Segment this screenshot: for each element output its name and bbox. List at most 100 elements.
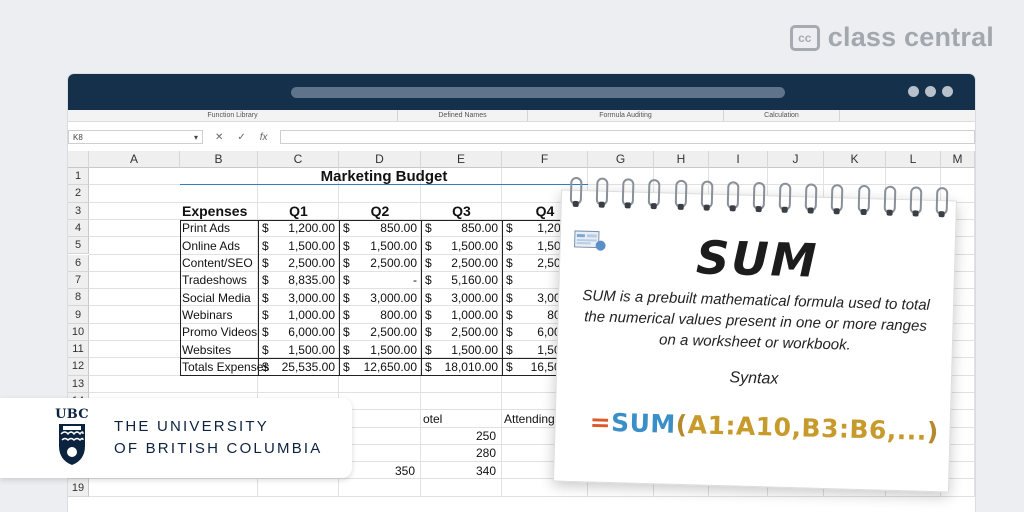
formula-close-paren: ) <box>926 416 940 447</box>
column-header-j[interactable]: J <box>768 151 824 168</box>
column-header-f[interactable]: F <box>502 151 588 168</box>
row-header-4[interactable]: 4 <box>68 219 89 238</box>
cancel-icon[interactable]: ✕ <box>215 132 223 143</box>
spiral-ring <box>648 178 661 208</box>
column-header-d[interactable]: D <box>339 151 421 168</box>
formula-open-paren: ( <box>675 409 689 440</box>
column-header-h[interactable]: H <box>654 151 709 168</box>
table-border-line <box>421 219 422 376</box>
row-header-3[interactable]: 3 <box>68 202 89 220</box>
row-header-2[interactable]: 2 <box>68 185 89 203</box>
spiral-ring <box>857 184 870 214</box>
header-q3[interactable]: Q3 <box>423 203 500 220</box>
ribbon-group-defined-names[interactable]: Defined Names <box>398 110 528 121</box>
row-header-19[interactable]: 19 <box>68 479 89 497</box>
spiral-ring <box>569 176 583 206</box>
column-header-b[interactable]: B <box>180 151 258 168</box>
row-header-1[interactable]: 1 <box>68 168 89 186</box>
column-header-c[interactable]: C <box>258 151 339 168</box>
spiral-ring <box>804 183 818 212</box>
ubc-logo-text: UBC <box>55 407 89 422</box>
name-box[interactable]: K8 ▾ <box>68 130 203 144</box>
row-header-5[interactable]: 5 <box>68 237 89 255</box>
spiral-ring <box>935 187 949 216</box>
header-q2[interactable]: Q2 <box>341 203 419 220</box>
row-header-6[interactable]: 6 <box>68 254 89 272</box>
sum-formula: =SUM(A1:A10,B3:B6,...) <box>589 407 939 446</box>
ubc-line1: THE UNIVERSITY <box>114 418 269 435</box>
window-controls <box>908 86 953 97</box>
gridline <box>974 168 975 497</box>
class-central-logo-icon: cc <box>789 24 820 51</box>
table-border-line <box>502 219 503 376</box>
ribbon-group-function-library[interactable]: Function Library <box>68 110 398 121</box>
hotel-header[interactable]: otel <box>423 410 500 427</box>
formula-input[interactable] <box>279 130 975 144</box>
southern-show-c[interactable]: 350 <box>341 462 419 479</box>
syntax-label: Syntax <box>729 369 779 388</box>
spiral-ring <box>621 178 635 207</box>
ubc-crest-icon <box>59 424 85 465</box>
ribbon-group-labels: Function Library Defined Names Formula A… <box>68 110 975 122</box>
chevron-down-icon[interactable]: ▾ <box>194 133 198 142</box>
column-header-m[interactable]: M <box>941 151 975 168</box>
ubc-line2: OF BRITISH COLUMBIA <box>114 440 323 457</box>
formula-equals: = <box>589 407 612 438</box>
column-header-k[interactable]: K <box>824 151 886 168</box>
formula-icons: ✕ ✓ fx <box>203 132 280 143</box>
enter-icon[interactable]: ✓ <box>237 132 245 143</box>
address-bar[interactable] <box>291 87 785 98</box>
column-header-g[interactable]: G <box>588 151 654 168</box>
notepad-description: SUM is a prebuilt mathematical formula u… <box>582 287 931 354</box>
spiral-ring <box>674 179 688 209</box>
row-header-11[interactable]: 11 <box>68 341 89 359</box>
spiral-ring <box>752 181 766 211</box>
table-border-line <box>258 219 259 376</box>
spiral-ring <box>595 177 609 206</box>
header-expenses[interactable]: Expenses <box>182 203 256 220</box>
select-all-corner[interactable] <box>68 151 89 168</box>
window-control-dot[interactable] <box>925 86 936 97</box>
row-header-10[interactable]: 10 <box>68 323 89 341</box>
column-header-l[interactable]: L <box>886 151 941 168</box>
spiral-ring <box>831 184 844 213</box>
table-border-line <box>339 219 340 376</box>
spiral-ring <box>883 185 897 214</box>
hotel-cell[interactable]: 340 <box>423 462 500 479</box>
spiral-ring <box>909 186 923 215</box>
notepad-title: SUM <box>695 230 820 288</box>
ribbon-group-formula-auditing[interactable]: Formula Auditing <box>528 110 724 121</box>
name-box-value: K8 <box>73 132 83 142</box>
column-header-e[interactable]: E <box>421 151 502 168</box>
spiral-ring <box>700 180 714 209</box>
column-header-a[interactable]: A <box>89 151 180 168</box>
row-header-7[interactable]: 7 <box>68 271 89 290</box>
spiral-ring <box>778 182 792 211</box>
formula-bar: K8 ▾ ✕ ✓ fx <box>68 129 975 145</box>
title-underline <box>180 184 588 186</box>
column-header-i[interactable]: I <box>709 151 768 168</box>
ribbon-group-calculation[interactable]: Calculation <box>724 110 840 121</box>
window-control-dot[interactable] <box>942 86 953 97</box>
hotel-cell[interactable]: 280 <box>423 445 500 462</box>
ubc-wordmark: THE UNIVERSITY OF BRITISH COLUMBIA <box>114 416 323 460</box>
spiral-ring <box>726 181 740 210</box>
sheet-title[interactable]: Marketing Budget <box>182 168 586 185</box>
header-q1[interactable]: Q1 <box>260 203 337 220</box>
ubc-logo: UBC <box>54 407 90 469</box>
insert-function-icon[interactable]: fx <box>260 132 268 143</box>
row-header-13[interactable]: 13 <box>68 375 89 393</box>
row-header-9[interactable]: 9 <box>68 306 89 324</box>
class-central-brand: cc class central <box>789 22 994 53</box>
brand-name: class central <box>827 22 994 52</box>
row-header-8[interactable]: 8 <box>68 289 89 307</box>
row-header-12[interactable]: 12 <box>68 358 89 376</box>
ubc-card: UBC THE UNIVERSITY OF BRITISH COLUMBIA <box>0 398 352 478</box>
sum-notepad-card: SUM SUM is a prebuilt mathematical formu… <box>553 176 957 493</box>
window-titlebar <box>68 74 975 110</box>
window-control-dot[interactable] <box>908 86 919 97</box>
gridline <box>89 495 975 497</box>
hotel-cell[interactable]: 250 <box>423 428 500 445</box>
formula-args: A1:A10,B3:B6,... <box>687 410 928 446</box>
formula-function: SUM <box>610 408 677 439</box>
